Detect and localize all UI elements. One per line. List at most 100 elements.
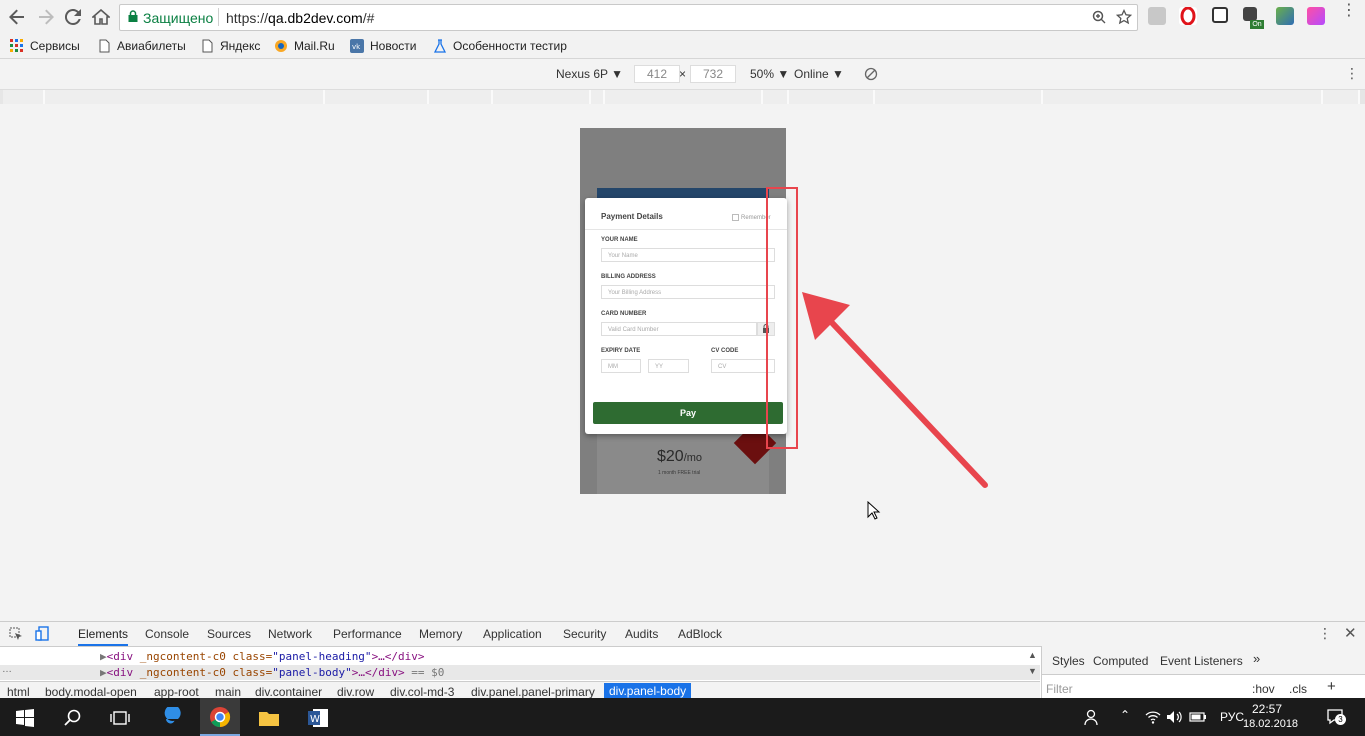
tab-sources[interactable]: Sources [207,627,251,641]
sync-extension-icon[interactable] [1212,7,1228,23]
wifi-icon[interactable] [1145,709,1161,725]
word-icon[interactable]: W [307,707,329,729]
tab-styles[interactable]: Styles [1052,654,1085,668]
bookmark-flights[interactable]: Авиабилеты [97,38,186,54]
ruler-segment[interactable] [875,90,1043,104]
tab-elements[interactable]: Elements [78,627,129,646]
ruler-segment[interactable] [763,90,789,104]
tray-expand-icon[interactable]: ⌃ [1120,708,1130,722]
tab-memory[interactable]: Memory [419,627,462,641]
notifications-button[interactable]: 3 [1326,707,1346,727]
pdf-extension-icon[interactable] [1148,7,1166,25]
rotate-icon[interactable] [864,67,878,81]
expand-triangle-icon[interactable]: ▶ [100,666,107,679]
ruler-segment[interactable] [605,90,763,104]
ruler-segment[interactable] [45,90,325,104]
clock-time[interactable]: 22:57 [1252,702,1282,716]
clock-date[interactable]: 18.02.2018 [1243,718,1298,730]
file-explorer-icon[interactable] [258,707,280,729]
tab-console[interactable]: Console [145,627,189,641]
ruler-segment[interactable] [789,90,875,104]
expiry-year-input[interactable]: YY [648,359,689,373]
bookmark-testing[interactable]: Особенности тестир [433,38,567,54]
crumb-panel-body[interactable]: div.panel-body [604,683,692,699]
device-menu-icon[interactable]: ⋮ [1345,65,1359,82]
reload-button[interactable] [62,6,84,28]
tab-audits[interactable]: Audits [625,627,658,641]
ruler-segment[interactable] [1043,90,1323,104]
crumb-container[interactable]: div.container [255,685,322,699]
dom-node-panel-body[interactable]: ▶<div _ngcontent-c0 class="panel-body">…… [100,666,444,679]
device-width-input[interactable]: 412 [634,65,680,83]
hov-toggle[interactable]: :hov [1252,682,1275,696]
forward-button[interactable] [35,6,57,28]
crumb-row[interactable]: div.row [337,685,374,699]
checkbox-box[interactable] [732,214,739,221]
home-button[interactable] [90,6,112,28]
opera-extension-icon[interactable] [1179,6,1197,26]
tidy-extension-icon[interactable] [1276,7,1294,25]
scroll-down-icon[interactable]: ▼ [1028,666,1037,676]
expand-triangle-icon[interactable]: ▶ [100,650,107,663]
tab-computed[interactable]: Computed [1093,654,1148,668]
tab-application[interactable]: Application [483,627,542,641]
address-bar[interactable]: Защищено https://qa.db2dev.com/# [119,4,1138,31]
dom-node-panel-heading[interactable]: ▶<div _ngcontent-c0 class="panel-heading… [100,650,425,663]
ruler-segment[interactable] [3,90,45,104]
crumb-html[interactable]: html [7,685,30,699]
star-icon[interactable] [1116,9,1132,25]
ruler-segment[interactable] [1323,90,1360,104]
menu-icon[interactable]: ⋮ [1341,3,1357,19]
network-select[interactable]: Online ▼ [794,67,844,81]
edge-icon[interactable] [159,707,181,729]
volume-icon[interactable] [1166,709,1182,725]
zoom-select[interactable]: 50% ▼ [750,67,789,81]
expiry-month-input[interactable]: MM [601,359,641,373]
more-icon[interactable]: … [2,664,12,675]
close-icon[interactable]: ✕ [1344,624,1357,642]
lock-extension-icon[interactable] [1243,7,1257,21]
back-button[interactable] [6,6,28,28]
search-icon[interactable] [62,707,84,729]
name-input[interactable]: Your Name [601,248,775,262]
billing-input[interactable]: Your Billing Address [601,285,775,299]
card-input[interactable]: Valid Card Number [601,322,757,336]
bookmark-services[interactable]: Сервисы [10,38,80,54]
scroll-up-icon[interactable]: ▲ [1028,650,1037,660]
ruler-segment[interactable] [325,90,429,104]
task-view-icon[interactable] [109,707,131,729]
people-icon[interactable] [1083,708,1101,726]
bookmark-mailru[interactable]: Mail.Ru [274,38,335,54]
battery-icon[interactable] [1189,709,1207,725]
add-rule-icon[interactable]: + [1327,678,1336,695]
bookmark-news[interactable]: vk Новости [350,38,416,54]
zoom-icon[interactable] [1092,10,1106,24]
cls-toggle[interactable]: .cls [1289,682,1307,696]
tab-security[interactable]: Security [563,627,606,641]
pay-button[interactable]: Pay [593,402,783,424]
device-select[interactable]: Nexus 6P ▼ [556,67,623,81]
devtools-menu-icon[interactable]: ⋮ [1318,625,1332,642]
ruler-segment[interactable] [493,90,591,104]
tab-event-listeners[interactable]: Event Listeners [1160,654,1243,668]
ruler-segment[interactable] [429,90,493,104]
input-language[interactable]: РУС [1220,710,1244,724]
more-tabs-icon[interactable]: » [1253,651,1260,666]
chrome-taskbar-button[interactable] [200,698,240,736]
remember-checkbox[interactable]: Remember [732,214,771,221]
crumb-app-root[interactable]: app-root [154,685,199,699]
device-mode-icon[interactable] [35,626,49,642]
crumb-main[interactable]: main [215,685,241,699]
crumb-col[interactable]: div.col-md-3 [390,685,454,699]
windows-start-icon[interactable] [14,707,36,729]
bookmark-yandex[interactable]: Яндекс [200,38,260,54]
inspect-element-icon[interactable] [9,627,23,641]
ruler-segment[interactable] [591,90,605,104]
crumb-panel[interactable]: div.panel.panel-primary [471,685,595,699]
color-extension-icon[interactable] [1307,7,1325,25]
tab-adblock[interactable]: AdBlock [678,627,722,641]
tab-performance[interactable]: Performance [333,627,402,641]
device-height-input[interactable]: 732 [690,65,736,83]
styles-filter-input[interactable]: Filter [1046,682,1073,696]
tab-network[interactable]: Network [268,627,312,641]
